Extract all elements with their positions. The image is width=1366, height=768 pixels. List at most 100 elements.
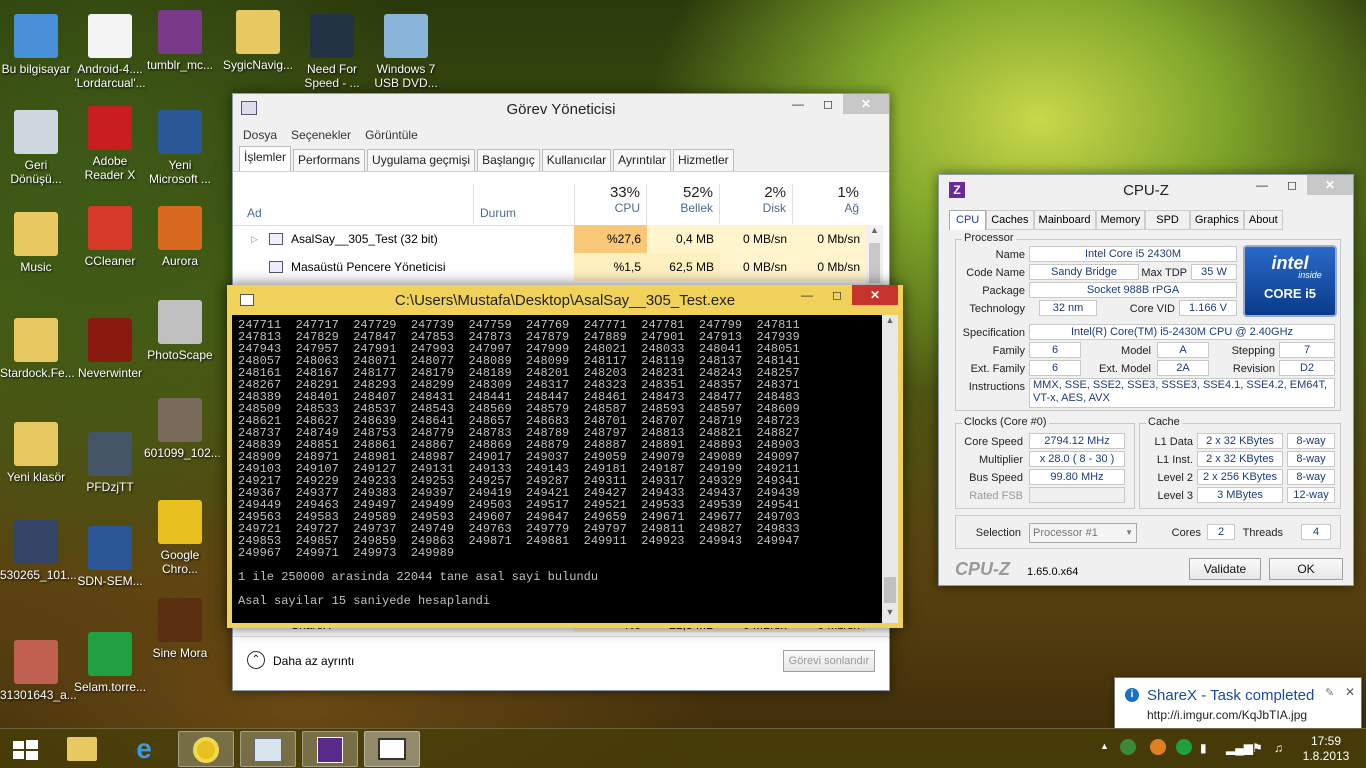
tab-graphics[interactable]: Graphics bbox=[1189, 210, 1244, 230]
desktop-icon[interactable]: PFDzjTT bbox=[74, 432, 146, 494]
close-button[interactable]: ✕ bbox=[843, 94, 889, 114]
cpuz-taskbar-button[interactable] bbox=[302, 731, 358, 767]
tab-ayrintilar[interactable]: Ayrıntılar bbox=[613, 149, 671, 171]
sharex-tray-icon[interactable] bbox=[1120, 739, 1136, 755]
tab-cpu[interactable]: CPU bbox=[949, 210, 987, 230]
show-hidden-icons-icon[interactable]: ▲ bbox=[1100, 741, 1109, 751]
desktop-icon[interactable]: SDN-SEM... bbox=[74, 526, 146, 588]
desktop-icon-label: Windows 7 USB DVD... bbox=[374, 62, 438, 90]
desktop-icon[interactable]: Neverwinter bbox=[74, 318, 146, 380]
tab-hizmetler[interactable]: Hizmetler bbox=[672, 149, 734, 171]
tab-caches[interactable]: Caches bbox=[986, 210, 1034, 230]
task-manager-titlebar[interactable]: Görev Yöneticisi — ◻ ✕ bbox=[233, 94, 889, 124]
desktop-icon[interactable]: Bu bilgisayar bbox=[0, 14, 72, 76]
desktop-icon[interactable]: Geri Dönüşü... bbox=[0, 110, 72, 186]
maximize-button[interactable]: ◻ bbox=[813, 94, 843, 114]
validate-button[interactable]: Validate bbox=[1189, 558, 1261, 580]
desktop-icon[interactable]: 31301643_a... bbox=[0, 640, 77, 702]
chevron-up-icon[interactable]: ⌃ bbox=[247, 651, 265, 669]
scroll-up-arrow-icon[interactable]: ▲ bbox=[866, 225, 883, 241]
utorrent-tray-icon[interactable] bbox=[1176, 739, 1192, 755]
console-scrollbar[interactable]: ▲ ▼ bbox=[882, 315, 898, 623]
desktop-icon[interactable]: Need For Speed - ... bbox=[296, 14, 368, 90]
column-cpu[interactable]: 33% CPU bbox=[574, 184, 646, 224]
desktop-icon[interactable]: Adobe Reader X bbox=[74, 106, 146, 182]
task-manager-taskbar-button[interactable] bbox=[240, 731, 296, 767]
menu-secenekler[interactable]: Seçenekler bbox=[291, 128, 351, 142]
column-network[interactable]: 1% Ağ bbox=[792, 184, 865, 224]
desktop-icon[interactable]: Yeni klasör bbox=[0, 422, 72, 484]
scroll-down-arrow-icon[interactable]: ▼ bbox=[882, 607, 898, 623]
close-icon[interactable]: ✕ bbox=[1345, 685, 1355, 699]
desktop-icon[interactable]: Google Chro... bbox=[144, 500, 216, 576]
menu-goruntule[interactable]: Görüntüle bbox=[365, 128, 418, 142]
console-titlebar[interactable]: C:\Users\Mustafa\Desktop\AsalSay__305_Te… bbox=[232, 285, 898, 315]
column-name[interactable]: Ad bbox=[247, 184, 467, 224]
volume-icon[interactable]: ♫ bbox=[1274, 741, 1283, 755]
scroll-thumb[interactable] bbox=[869, 243, 880, 283]
scroll-up-arrow-icon[interactable]: ▲ bbox=[882, 315, 898, 331]
desktop-icon[interactable]: CCleaner bbox=[74, 206, 146, 268]
column-status[interactable]: Durum bbox=[473, 184, 573, 224]
desktop-icon[interactable]: Stardock.Fe... bbox=[0, 318, 75, 380]
desktop-icon[interactable]: Aurora bbox=[144, 206, 216, 268]
tab-spd[interactable]: SPD bbox=[1145, 210, 1190, 230]
end-task-button[interactable]: Görevi sonlandır bbox=[783, 650, 875, 672]
minimize-button[interactable]: — bbox=[783, 94, 813, 114]
tab-islemler[interactable]: İşlemler bbox=[239, 146, 292, 171]
table-row[interactable]: ▷ AsalSay__305_Test (32 bit) %27,6 0,4 M… bbox=[239, 225, 866, 253]
desktop-icon-image bbox=[88, 526, 132, 570]
tab-baslangic[interactable]: Başlangıç bbox=[477, 149, 540, 171]
console-taskbar-button[interactable] bbox=[364, 731, 420, 767]
column-disk[interactable]: 2% Disk bbox=[719, 184, 792, 224]
table-row[interactable]: Masaüstü Pencere Yöneticisi %1,5 62,5 MB… bbox=[239, 253, 866, 281]
expand-chevron-icon[interactable]: ▷ bbox=[251, 225, 258, 253]
desktop-icon-image bbox=[88, 14, 132, 58]
desktop-icon[interactable]: Yeni Microsoft ... bbox=[144, 110, 216, 186]
network-icon[interactable]: ▂▄▆ bbox=[1226, 741, 1253, 755]
tab-kullanicilar[interactable]: Kullanıcılar bbox=[541, 149, 612, 171]
scroll-thumb[interactable] bbox=[884, 577, 896, 603]
desktop-icon[interactable]: SygicNavig... bbox=[222, 10, 294, 72]
pin-icon[interactable]: ✎ bbox=[1325, 686, 1334, 699]
file-explorer-button[interactable] bbox=[54, 731, 110, 767]
close-button[interactable]: ✕ bbox=[852, 285, 898, 305]
tab-memory[interactable]: Memory bbox=[1095, 210, 1146, 230]
chrome-button[interactable] bbox=[178, 731, 234, 767]
battery-icon[interactable]: ▮ bbox=[1200, 741, 1207, 755]
desktop-icon[interactable]: PhotoScape bbox=[144, 300, 216, 362]
start-button[interactable] bbox=[0, 731, 50, 767]
specification-value: Intel(R) Core(TM) i5-2430M CPU @ 2.40GHz bbox=[1029, 324, 1335, 340]
cpuz-version: 1.65.0.x64 bbox=[1027, 566, 1079, 578]
desktop-icon[interactable]: Android-4.... 'Lordarcual'... bbox=[74, 14, 146, 90]
clock[interactable]: 17:59 1.8.2013 bbox=[1296, 734, 1356, 764]
close-button[interactable]: ✕ bbox=[1307, 175, 1353, 195]
desktop-icon[interactable]: Selam.torre... bbox=[74, 632, 146, 694]
desktop-icon[interactable]: Music bbox=[0, 212, 72, 274]
column-memory[interactable]: 52% Bellek bbox=[646, 184, 719, 224]
desktop-icon-label: Selam.torre... bbox=[74, 680, 147, 694]
desktop-icon[interactable]: 601099_102... bbox=[144, 398, 221, 460]
cpuz-titlebar[interactable]: Z CPU-Z — ◻ ✕ bbox=[939, 175, 1353, 205]
extfamily-value: 6 bbox=[1029, 360, 1081, 376]
maximize-button[interactable]: ◻ bbox=[822, 285, 852, 305]
minimize-button[interactable]: — bbox=[1247, 175, 1277, 195]
tab-uygulama-gecmisi[interactable]: Uygulama geçmişi bbox=[367, 149, 476, 171]
desktop-icon[interactable]: Windows 7 USB DVD... bbox=[370, 14, 442, 90]
ok-button[interactable]: OK bbox=[1269, 558, 1343, 580]
tab-mainboard[interactable]: Mainboard bbox=[1033, 210, 1096, 230]
fewer-details-link[interactable]: Daha az ayrıntı bbox=[273, 654, 354, 668]
internet-explorer-button[interactable]: e bbox=[116, 731, 172, 767]
desktop-icon[interactable]: Sine Mora bbox=[144, 598, 216, 660]
sharex-notification[interactable]: i ShareX - Task completed ✎ ✕ http://i.i… bbox=[1114, 677, 1362, 729]
desktop-icon[interactable]: tumblr_mc... bbox=[144, 10, 216, 72]
tab-performans[interactable]: Performans bbox=[293, 149, 366, 171]
desktop-icon[interactable]: 530265_101... bbox=[0, 520, 77, 582]
aurora-tray-icon[interactable] bbox=[1150, 739, 1166, 755]
selection-dropdown[interactable]: Processor #1 ▼ bbox=[1029, 523, 1137, 543]
tab-about[interactable]: About bbox=[1243, 210, 1283, 230]
menu-dosya[interactable]: Dosya bbox=[243, 128, 277, 142]
maximize-button[interactable]: ◻ bbox=[1277, 175, 1307, 195]
minimize-button[interactable]: — bbox=[792, 285, 822, 305]
flag-icon[interactable]: ⚑ bbox=[1252, 741, 1263, 755]
